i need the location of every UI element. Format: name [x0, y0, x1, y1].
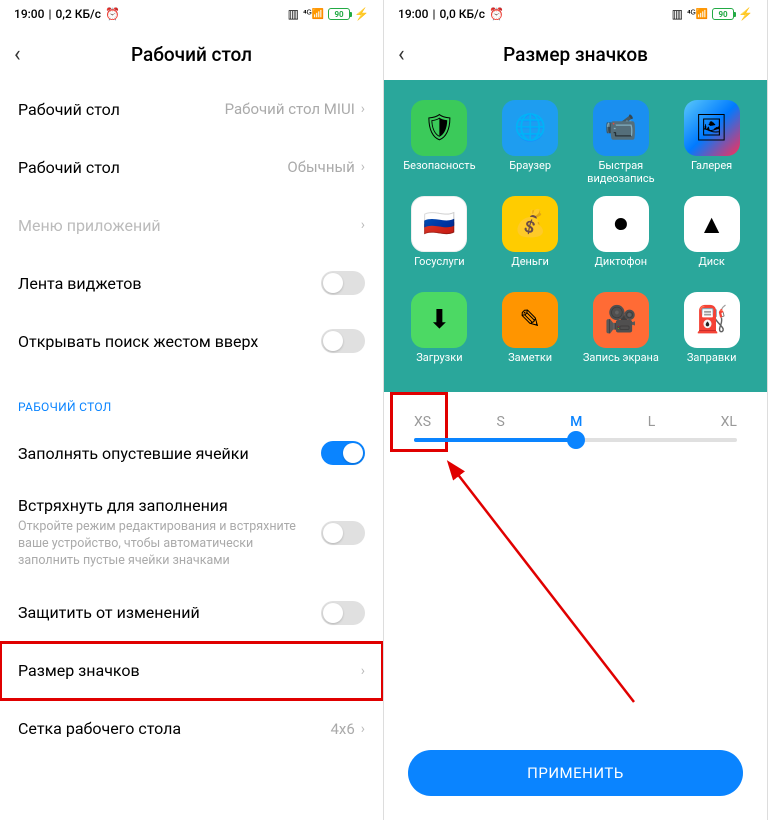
gos-icon: 🇷🇺	[411, 196, 467, 252]
size-slider[interactable]	[414, 438, 737, 442]
status-time: 19:00	[14, 7, 44, 21]
charge-icon: ⚡	[738, 7, 753, 21]
settings-list: Рабочий стол Рабочий стол MIUI› Рабочий …	[0, 80, 383, 820]
app-label: Диск	[698, 256, 724, 282]
app-shield[interactable]: 🛡 Безопасность	[398, 100, 481, 186]
toggle-shake-fill[interactable]	[321, 521, 365, 545]
title-bar: ‹ Рабочий стол	[0, 28, 383, 80]
shield-icon: 🛡	[411, 100, 467, 156]
signal-icon: ⁴ᴳ📶	[687, 9, 708, 20]
chevron-right-icon: ›	[361, 101, 365, 117]
down-icon: ⬇	[411, 292, 467, 348]
gallery-icon: 🖼	[684, 100, 740, 156]
toggle-swipe-search[interactable]	[321, 329, 365, 353]
size-s[interactable]: S	[496, 414, 504, 430]
chevron-right-icon: ›	[361, 721, 365, 737]
toggle-widgets[interactable]	[321, 271, 365, 295]
app-fuel[interactable]: ⛽ Заправки	[670, 292, 753, 378]
row-mode[interactable]: Рабочий стол Обычный›	[0, 138, 383, 196]
vid-icon: 🎥	[593, 292, 649, 348]
section-label: РАБОЧИЙ СТОЛ	[0, 370, 383, 424]
charge-icon: ⚡	[354, 7, 369, 21]
slider-thumb[interactable]	[567, 431, 585, 449]
alarm-icon: ⏰	[489, 7, 504, 21]
row-shake-fill[interactable]: Встряхнуть для заполнения Откройте режим…	[0, 482, 383, 584]
status-bar: 19:00 | 0,0 КБ/с ⏰ ▥ ⁴ᴳ📶 90 ⚡	[384, 0, 767, 28]
size-m[interactable]: M	[570, 414, 582, 430]
size-xl[interactable]: XL	[721, 414, 737, 430]
fuel-icon: ⛽	[684, 292, 740, 348]
app-money[interactable]: 💰 Деньги	[489, 196, 572, 282]
size-xs[interactable]: XS	[414, 414, 431, 430]
status-speed: 0,2 КБ/с	[55, 7, 101, 21]
row-app-menu: Меню приложений ›	[0, 196, 383, 254]
row-lock-layout[interactable]: Защитить от изменений	[0, 584, 383, 642]
app-label: Заправки	[687, 352, 737, 378]
battery-icon: 90	[328, 8, 350, 20]
app-label: Диктофон	[595, 256, 648, 282]
chevron-right-icon: ›	[361, 663, 365, 679]
app-rec[interactable]: ⏺ Диктофон	[580, 196, 663, 282]
browser-icon: 🌐	[502, 100, 558, 156]
app-down[interactable]: ⬇ Загрузки	[398, 292, 481, 378]
row-swipe-search[interactable]: Открывать поиск жестом вверх	[0, 312, 383, 370]
app-label: Быстрая видеозапись	[580, 160, 663, 186]
app-label: Запись экрана	[583, 352, 659, 378]
rec-icon: ⏺	[593, 196, 649, 252]
size-l[interactable]: L	[648, 414, 656, 430]
page-title: Размер значков	[398, 43, 753, 66]
chevron-right-icon: ›	[361, 217, 365, 233]
app-label: Заметки	[508, 352, 552, 378]
app-label: Госуслуги	[414, 256, 465, 282]
app-label: Деньги	[511, 256, 548, 282]
sim-icon: ▥	[672, 7, 683, 21]
app-label: Безопасность	[403, 160, 475, 186]
app-label: Галерея	[691, 160, 732, 186]
chevron-right-icon: ›	[361, 159, 365, 175]
app-browser[interactable]: 🌐 Браузер	[489, 100, 572, 186]
row-grid[interactable]: Сетка рабочего стола 4x6›	[0, 700, 383, 758]
notes-icon: ✎	[502, 292, 558, 348]
app-disk[interactable]: ▲ Диск	[670, 196, 753, 282]
phone-right-icon-size: 19:00 | 0,0 КБ/с ⏰ ▥ ⁴ᴳ📶 90 ⚡ ‹ Размер з…	[384, 0, 768, 820]
preview-area: 🛡 Безопасность 🌐 Браузер 📹 Быстрая видеозапис…	[384, 80, 767, 392]
toggle-fill-empty[interactable]	[321, 441, 365, 465]
slider-fill	[414, 438, 576, 442]
app-label: Загрузки	[416, 352, 462, 378]
status-speed: 0,0 КБ/с	[439, 7, 485, 21]
cam-icon: 📹	[593, 100, 649, 156]
app-vid[interactable]: 🎥 Запись экрана	[580, 292, 663, 378]
status-bar: 19:00 | 0,2 КБ/с ⏰ ▥ ⁴ᴳ📶 90 ⚡	[0, 0, 383, 28]
app-gos[interactable]: 🇷🇺 Госуслуги	[398, 196, 481, 282]
app-grid: 🛡 Безопасность 🌐 Браузер 📹 Быстрая видеозапис…	[398, 100, 753, 378]
title-bar: ‹ Размер значков	[384, 28, 767, 80]
row-fill-empty[interactable]: Заполнять опустевшие ячейки	[0, 424, 383, 482]
app-label: Браузер	[509, 160, 551, 186]
row-launcher[interactable]: Рабочий стол Рабочий стол MIUI›	[0, 80, 383, 138]
apply-button[interactable]: ПРИМЕНИТЬ	[408, 750, 743, 796]
sim-icon: ▥	[288, 7, 299, 21]
size-selector: XS S M L XL	[384, 392, 767, 442]
app-notes[interactable]: ✎ Заметки	[489, 292, 572, 378]
app-gallery[interactable]: 🖼 Галерея	[670, 100, 753, 186]
phone-left-settings: 19:00 | 0,2 КБ/с ⏰ ▥ ⁴ᴳ📶 90 ⚡ ‹ Рабочий …	[0, 0, 384, 820]
battery-icon: 90	[712, 8, 734, 20]
status-time: 19:00	[398, 7, 428, 21]
disk-icon: ▲	[684, 196, 740, 252]
alarm-icon: ⏰	[105, 7, 120, 21]
toggle-lock-layout[interactable]	[321, 601, 365, 625]
row-icon-size[interactable]: Размер значков ›	[0, 642, 383, 700]
page-title: Рабочий стол	[14, 43, 369, 66]
row-widgets[interactable]: Лента виджетов	[0, 254, 383, 312]
app-cam[interactable]: 📹 Быстрая видеозапись	[580, 100, 663, 186]
signal-icon: ⁴ᴳ📶	[303, 9, 324, 20]
money-icon: 💰	[502, 196, 558, 252]
